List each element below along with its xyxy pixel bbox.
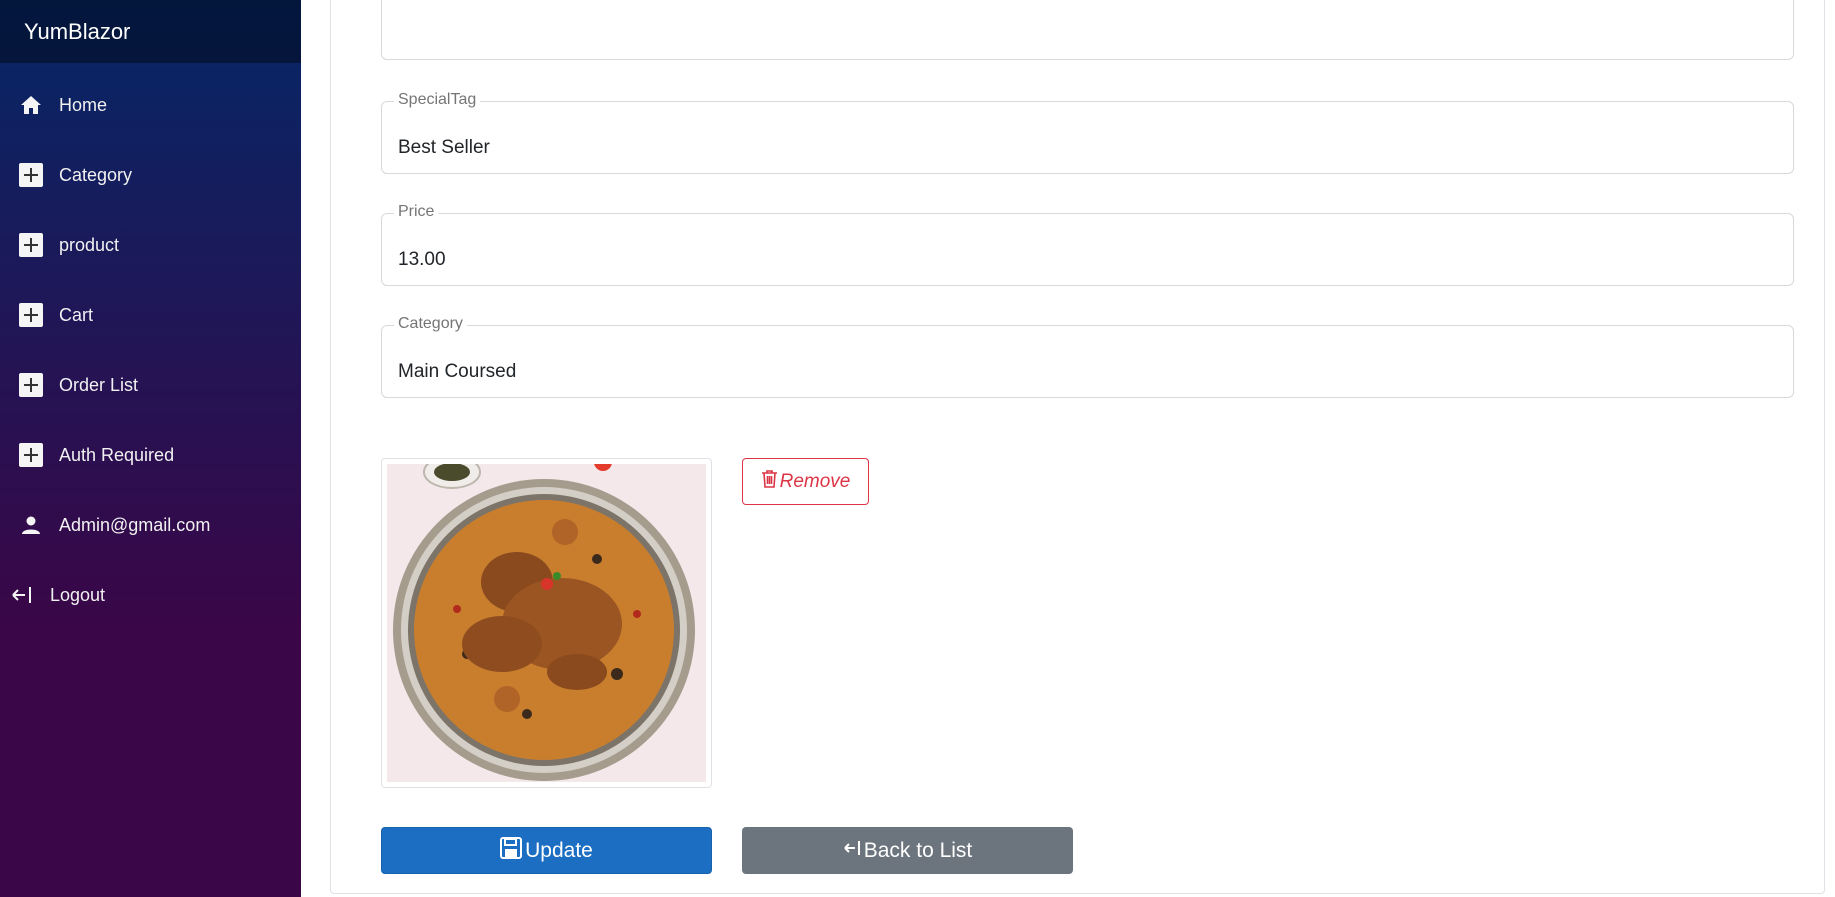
plus-square-icon xyxy=(19,233,43,257)
back-label: Back to List xyxy=(863,838,973,862)
remove-image-button[interactable]: Remove xyxy=(742,458,869,505)
sidebar-item-auth-required[interactable]: Auth Required xyxy=(0,427,301,483)
price-label: Price xyxy=(394,203,439,221)
trash-icon xyxy=(761,469,778,494)
description-field[interactable] xyxy=(381,0,1794,60)
plus-square-icon xyxy=(19,303,43,327)
sidebar-item-product[interactable]: product xyxy=(0,217,301,273)
sidebar-item-cart[interactable]: Cart xyxy=(0,287,301,343)
sidebar-item-category[interactable]: Category xyxy=(0,147,301,203)
sidebar-item-label: Order List xyxy=(59,374,139,395)
sidebar: YumBlazor Home Category product Cart Ord… xyxy=(0,0,301,897)
back-to-list-button[interactable]: Back to List xyxy=(742,827,1073,874)
sidebar-item-label: Logout xyxy=(50,584,106,605)
save-icon xyxy=(500,836,523,865)
sidebar-item-home[interactable]: Home xyxy=(0,77,301,133)
sidebar-item-label: Admin@gmail.com xyxy=(59,514,211,535)
product-image-frame xyxy=(381,453,712,788)
sidebar-item-label: Auth Required xyxy=(59,444,175,465)
remove-label: Remove xyxy=(779,470,851,492)
price-input[interactable]: 13.00 xyxy=(398,249,446,271)
logout-arrow-icon xyxy=(10,583,34,607)
sidebar-item-user[interactable]: Admin@gmail.com xyxy=(0,497,301,553)
price-field[interactable]: Price 13.00 xyxy=(381,203,1794,286)
person-icon xyxy=(19,513,43,537)
category-select[interactable]: Main Coursed xyxy=(398,361,516,383)
back-arrow-icon xyxy=(843,839,861,863)
category-label: Category xyxy=(394,315,467,333)
home-icon xyxy=(19,93,43,117)
sidebar-item-label: Cart xyxy=(59,304,94,325)
product-image xyxy=(387,453,706,782)
sidebar-item-logout[interactable]: Logout xyxy=(0,567,301,623)
brand-title[interactable]: YumBlazor xyxy=(0,0,301,63)
sidebar-item-label: Home xyxy=(59,94,108,115)
sidebar-nav: Home Category product Cart Order List Au… xyxy=(0,63,301,623)
plus-square-icon xyxy=(19,443,43,467)
sidebar-item-order-list[interactable]: Order List xyxy=(0,357,301,413)
special-tag-field[interactable]: SpecialTag Best Seller xyxy=(381,91,1794,174)
special-tag-input[interactable]: Best Seller xyxy=(398,137,490,159)
sidebar-item-label: Category xyxy=(59,164,133,185)
category-field[interactable]: Category Main Coursed xyxy=(381,315,1794,398)
sidebar-item-label: product xyxy=(59,234,120,255)
update-button[interactable]: Update xyxy=(381,827,712,874)
plus-square-icon xyxy=(19,163,43,187)
special-tag-label: SpecialTag xyxy=(394,91,481,109)
update-label: Update xyxy=(525,838,593,862)
plus-square-icon xyxy=(19,373,43,397)
